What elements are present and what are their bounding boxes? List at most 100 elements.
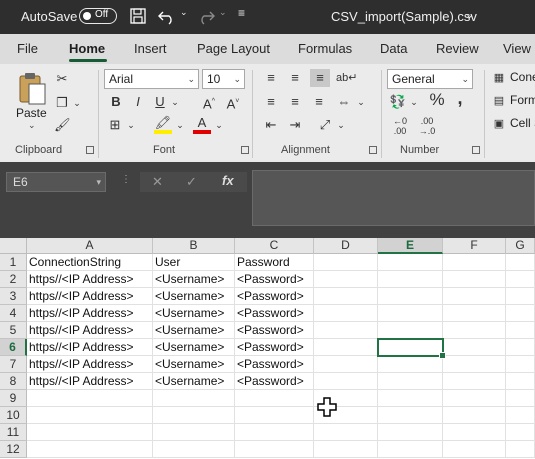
paste-label[interactable]: Paste bbox=[16, 106, 47, 120]
cell-b12[interactable] bbox=[153, 441, 235, 458]
row-header-5[interactable]: 5 bbox=[0, 322, 27, 339]
cell-f2[interactable] bbox=[443, 271, 506, 288]
align-top-icon[interactable]: ≡ bbox=[262, 69, 280, 87]
font-color-chevron-down-icon[interactable]: ⌄ bbox=[214, 116, 224, 134]
alignment-launcher-icon[interactable] bbox=[369, 146, 377, 154]
cell-d12[interactable] bbox=[314, 441, 378, 458]
row-header-4[interactable]: 4 bbox=[0, 305, 27, 322]
undo-dropdown-icon[interactable]: ⌄ bbox=[180, 7, 188, 18]
cell-a2[interactable]: https//<IP Address> bbox=[27, 271, 153, 288]
row-header-9[interactable]: 9 bbox=[0, 390, 27, 407]
cell-g1[interactable] bbox=[506, 254, 535, 271]
column-header-b[interactable]: B bbox=[153, 238, 235, 254]
cell-g12[interactable] bbox=[506, 441, 535, 458]
decrease-decimal-icon[interactable]: .00 →.0 bbox=[416, 116, 438, 136]
autosave-toggle[interactable]: Off bbox=[79, 8, 117, 24]
row-header-11[interactable]: 11 bbox=[0, 424, 27, 441]
cell-e12[interactable] bbox=[378, 441, 443, 458]
increase-indent-icon[interactable]: ⇥ bbox=[286, 116, 304, 134]
column-header-f[interactable]: F bbox=[443, 238, 506, 254]
wrap-text-icon[interactable]: ab↵ bbox=[336, 69, 357, 87]
font-size-dropdown[interactable]: 10 ⌄ bbox=[202, 69, 245, 89]
cell-a7[interactable]: https//<IP Address> bbox=[27, 356, 153, 373]
tab-data[interactable]: Data bbox=[380, 41, 407, 56]
cell-f8[interactable] bbox=[443, 373, 506, 390]
cell-f3[interactable] bbox=[443, 288, 506, 305]
accounting-format-icon[interactable]: 💱 bbox=[389, 93, 407, 111]
cell-g6[interactable] bbox=[506, 339, 535, 356]
tab-home[interactable]: Home bbox=[69, 41, 105, 56]
cell-b3[interactable]: <Username> bbox=[153, 288, 235, 305]
cell-d6[interactable] bbox=[314, 339, 378, 356]
formula-input[interactable] bbox=[252, 170, 535, 226]
cell-f6[interactable] bbox=[443, 339, 506, 356]
column-header-d[interactable]: D bbox=[314, 238, 378, 254]
cancel-button[interactable]: ✕ bbox=[152, 174, 163, 190]
font-name-dropdown[interactable]: Arial ⌄ bbox=[104, 69, 199, 89]
copy-chevron-down-icon[interactable]: ⌄ bbox=[72, 94, 82, 112]
cell-g11[interactable] bbox=[506, 424, 535, 441]
paste-icon[interactable] bbox=[16, 70, 48, 106]
cell-g9[interactable] bbox=[506, 390, 535, 407]
cell-c3[interactable]: <Password> bbox=[235, 288, 314, 305]
font-launcher-icon[interactable] bbox=[241, 146, 249, 154]
tab-formulas[interactable]: Formulas bbox=[298, 41, 352, 56]
cell-e2[interactable] bbox=[378, 271, 443, 288]
tab-page-layout[interactable]: Page Layout bbox=[197, 41, 270, 56]
cell-c2[interactable]: <Password> bbox=[235, 271, 314, 288]
redo-dropdown-icon[interactable]: ⌄ bbox=[219, 7, 227, 18]
worksheet-grid[interactable]: A B C D E F G 1 ConnectionString User Passw… bbox=[0, 238, 535, 459]
active-cell-highlight[interactable] bbox=[377, 338, 446, 359]
select-all-corner[interactable] bbox=[0, 238, 27, 254]
cell-b9[interactable] bbox=[153, 390, 235, 407]
borders-chevron-down-icon[interactable]: ⌄ bbox=[126, 116, 136, 134]
tab-file[interactable]: File bbox=[17, 41, 38, 56]
cell-e1[interactable] bbox=[378, 254, 443, 271]
column-header-e[interactable]: E bbox=[378, 238, 443, 254]
cell-g10[interactable] bbox=[506, 407, 535, 424]
row-header-2[interactable]: 2 bbox=[0, 271, 27, 288]
borders-icon[interactable]: ⊞ bbox=[106, 116, 124, 134]
more-options-icon[interactable]: ⋮ bbox=[121, 174, 131, 185]
column-header-g[interactable]: G bbox=[506, 238, 535, 254]
cell-d1[interactable] bbox=[314, 254, 378, 271]
cell-g4[interactable] bbox=[506, 305, 535, 322]
cell-a5[interactable]: https//<IP Address> bbox=[27, 322, 153, 339]
merge-center-icon[interactable]: ⇔ bbox=[334, 93, 354, 111]
grow-font-icon[interactable]: A^ bbox=[200, 93, 218, 113]
row-header-12[interactable]: 12 bbox=[0, 441, 27, 458]
cut-icon[interactable]: ✂ bbox=[54, 70, 70, 88]
tab-view[interactable]: View bbox=[503, 41, 531, 56]
row-header-6[interactable]: 6 bbox=[0, 339, 27, 356]
align-bottom-icon[interactable]: ≡ bbox=[310, 69, 330, 87]
cell-b4[interactable]: <Username> bbox=[153, 305, 235, 322]
cell-e3[interactable] bbox=[378, 288, 443, 305]
cell-d3[interactable] bbox=[314, 288, 378, 305]
fill-color-icon[interactable]: 🖍 bbox=[154, 114, 172, 134]
cell-e7[interactable] bbox=[378, 356, 443, 373]
cell-g3[interactable] bbox=[506, 288, 535, 305]
bold-button[interactable]: B bbox=[108, 93, 124, 111]
cell-d11[interactable] bbox=[314, 424, 378, 441]
row-header-7[interactable]: 7 bbox=[0, 356, 27, 373]
cell-f1[interactable] bbox=[443, 254, 506, 271]
italic-button[interactable]: I bbox=[130, 93, 146, 111]
cell-c9[interactable] bbox=[235, 390, 314, 407]
conditional-formatting-icon[interactable]: ▦ bbox=[491, 69, 507, 87]
cell-a10[interactable] bbox=[27, 407, 153, 424]
cell-e4[interactable] bbox=[378, 305, 443, 322]
cell-c10[interactable] bbox=[235, 407, 314, 424]
row-header-1[interactable]: 1 bbox=[0, 254, 27, 271]
fill-color-chevron-down-icon[interactable]: ⌄ bbox=[175, 116, 185, 134]
cell-a8[interactable]: https//<IP Address> bbox=[27, 373, 153, 390]
paste-chevron-down-icon[interactable]: ⌄ bbox=[28, 120, 36, 131]
cell-a6[interactable]: https//<IP Address> bbox=[27, 339, 153, 356]
cell-a9[interactable] bbox=[27, 390, 153, 407]
cell-e9[interactable] bbox=[378, 390, 443, 407]
align-right-icon[interactable]: ≡ bbox=[310, 93, 328, 111]
row-header-8[interactable]: 8 bbox=[0, 373, 27, 390]
conditional-formatting-label[interactable]: Cone bbox=[510, 70, 535, 84]
cell-c6[interactable]: <Password> bbox=[235, 339, 314, 356]
cell-b10[interactable] bbox=[153, 407, 235, 424]
enter-button[interactable]: ✓ bbox=[186, 174, 197, 190]
